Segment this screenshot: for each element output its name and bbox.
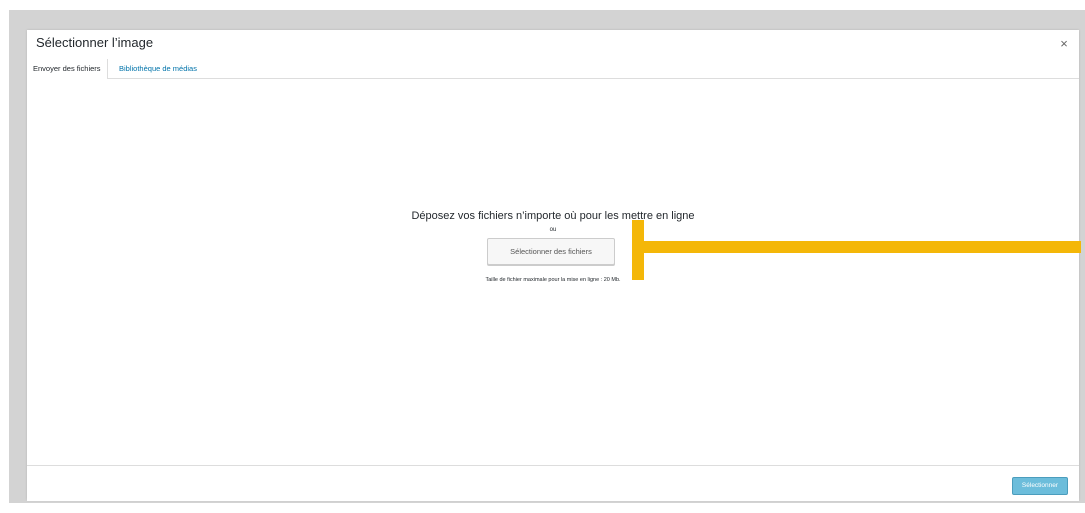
- media-modal: Sélectionner l’image × Envoyer des fichi…: [27, 30, 1079, 501]
- select-files-button[interactable]: Sélectionner des fichiers: [487, 238, 615, 265]
- tab-media-library[interactable]: Bibliothèque de médias: [113, 59, 203, 78]
- annotation-marker-vertical: [632, 220, 644, 280]
- tab-upload-files[interactable]: Envoyer des fichiers: [27, 59, 108, 79]
- or-separator: ou: [549, 227, 557, 233]
- modal-footer: Sélectionner: [27, 465, 1079, 501]
- close-icon[interactable]: ×: [1057, 37, 1071, 51]
- annotation-marker-horizontal: [644, 241, 1081, 253]
- modal-tabs: Envoyer des fichiers Bibliothèque de méd…: [27, 59, 1079, 79]
- max-upload-size: Taille de fichier maximale pour la mise …: [485, 277, 621, 283]
- upload-drop-zone[interactable]: Déposez vos fichiers n’importe où pour l…: [27, 79, 1079, 465]
- select-button[interactable]: Sélectionner: [1012, 477, 1068, 495]
- modal-title: Sélectionner l’image: [36, 35, 154, 50]
- drop-instructions: Déposez vos fichiers n’importe où pour l…: [411, 210, 695, 222]
